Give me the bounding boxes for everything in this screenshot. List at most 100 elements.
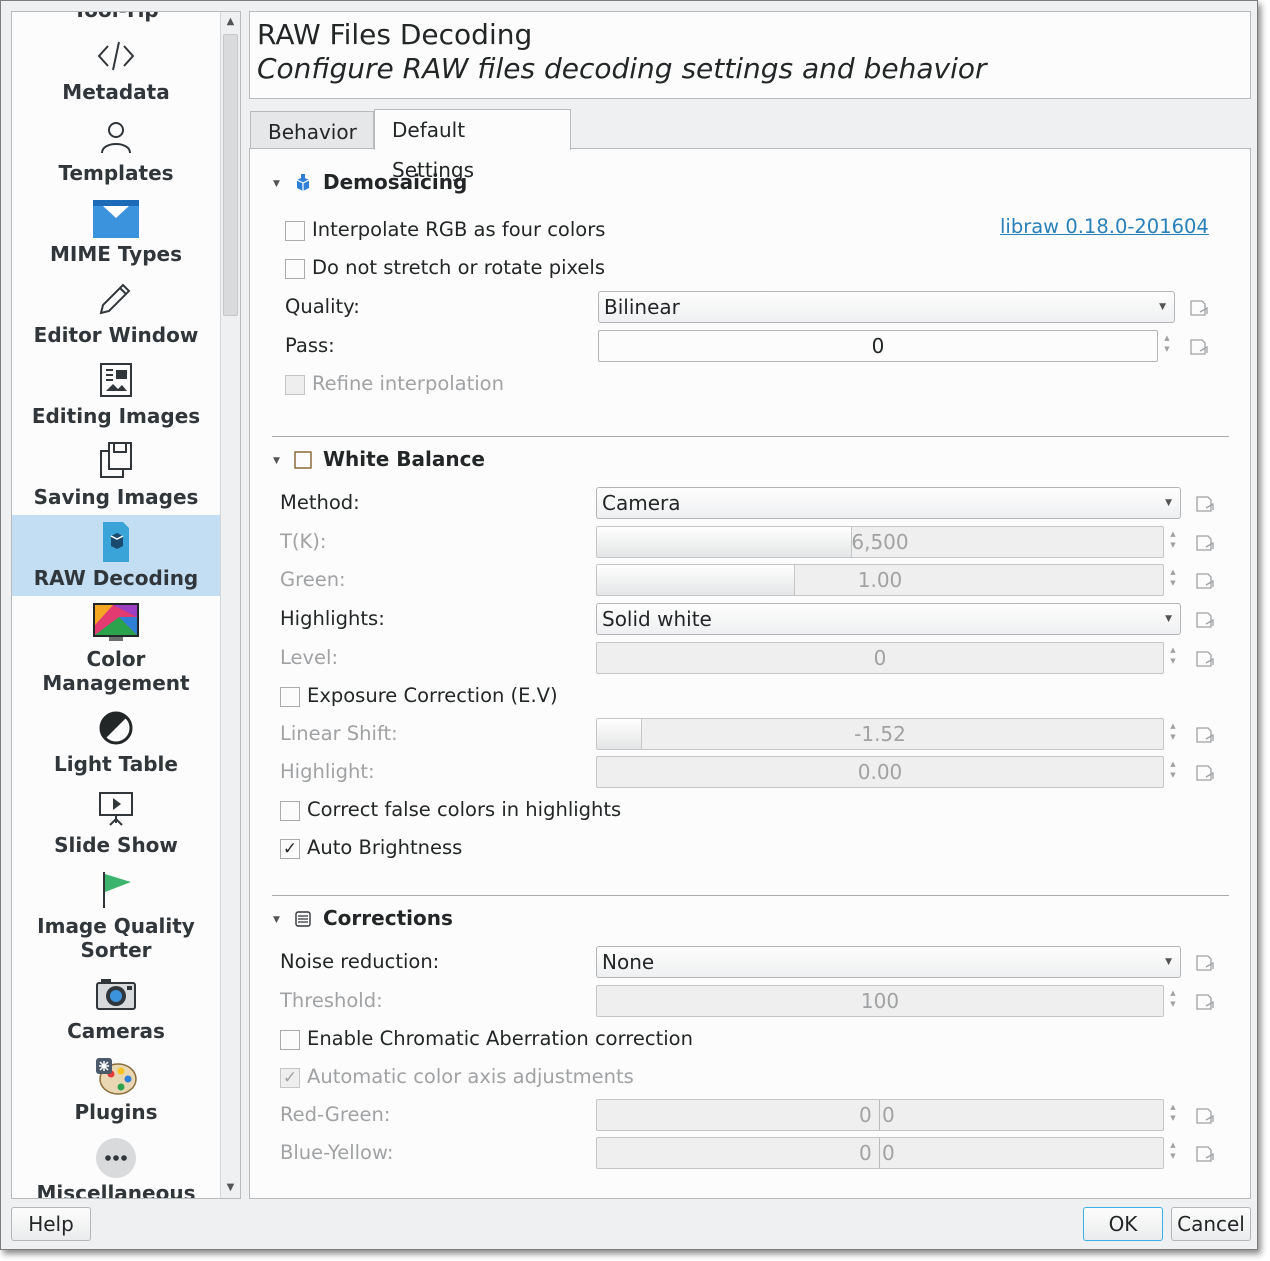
- settings-dialog: Tool-Tip Metadata Templates MIME Types: [0, 0, 1258, 1250]
- ok-button[interactable]: OK: [1083, 1207, 1163, 1241]
- reset-linear-shift-icon[interactable]: [1194, 724, 1216, 746]
- linear-shift-slider-fill: [597, 719, 643, 749]
- level-label: Level:: [280, 646, 339, 669]
- collapse-corrections-icon[interactable]: ▼: [273, 915, 280, 925]
- chevron-down-icon: ▼: [1165, 498, 1172, 508]
- scroll-down-icon[interactable]: ▼: [221, 1178, 240, 1198]
- pencil-icon: [91, 275, 141, 323]
- highlight-stepper-icon[interactable]: ▲ ▼: [1168, 759, 1178, 781]
- pass-spinbox[interactable]: 0: [598, 330, 1158, 362]
- chromatic-aberration-checkbox[interactable]: [280, 1030, 300, 1050]
- blue-yellow-label: Blue-Yellow:: [280, 1141, 394, 1164]
- reset-highlight-icon[interactable]: [1194, 762, 1216, 784]
- method-combo[interactable]: Camera ▼: [596, 487, 1181, 519]
- sidebar-item-editing-images[interactable]: Editing Images: [12, 356, 220, 428]
- false-colors-checkbox[interactable]: [280, 801, 300, 821]
- auto-color-axis-checkbox[interactable]: ✓: [280, 1068, 300, 1088]
- sidebar-item-image-quality-sorter[interactable]: Image Quality Sorter: [12, 866, 220, 962]
- sidebar-item-label: Templates: [58, 161, 174, 185]
- exposure-correction-checkbox[interactable]: [280, 687, 300, 707]
- sidebar-item-mime-types[interactable]: MIME Types: [12, 194, 220, 266]
- sidebar-item-label: RAW Decoding: [33, 566, 199, 590]
- sidebar-item-tool-tip[interactable]: Tool-Tip: [12, 12, 220, 22]
- tk-stepper-icon[interactable]: ▲ ▼: [1168, 529, 1178, 551]
- sidebar-item-metadata[interactable]: Metadata: [12, 32, 220, 104]
- reset-method-icon[interactable]: [1194, 493, 1216, 515]
- white-balance-icon: [293, 450, 313, 470]
- threshold-stepper-icon[interactable]: ▲ ▼: [1168, 988, 1178, 1010]
- auto-brightness-checkbox[interactable]: ✓: [280, 839, 300, 859]
- sidebar-item-templates[interactable]: Templates: [12, 113, 220, 185]
- reset-noise-reduction-icon[interactable]: [1194, 952, 1216, 974]
- threshold-spinbox[interactable]: 100: [596, 985, 1164, 1017]
- red-green-value-secondary: 0: [882, 1103, 895, 1127]
- sidebar-item-raw-decoding[interactable]: RAW Decoding: [12, 515, 220, 596]
- green-stepper-icon[interactable]: ▲ ▼: [1168, 567, 1178, 589]
- noise-reduction-combo[interactable]: None ▼: [596, 946, 1181, 978]
- sidebar-item-miscellaneous[interactable]: Miscellaneous: [12, 1133, 220, 1198]
- highlights-combo[interactable]: Solid white ▼: [596, 603, 1181, 635]
- collapse-white-balance-icon[interactable]: ▼: [273, 456, 280, 466]
- tk-slider-fill: [597, 527, 852, 557]
- reset-red-green-icon[interactable]: [1194, 1105, 1216, 1127]
- green-slider[interactable]: 1.00: [596, 564, 1164, 596]
- level-value: 0: [873, 646, 887, 670]
- tab-default-settings[interactable]: Default Settings: [374, 109, 571, 182]
- sidebar-item-label: Editing Images: [31, 404, 201, 428]
- highlight-label: Highlight:: [280, 760, 375, 783]
- green-value: 1.00: [857, 568, 903, 592]
- level-stepper-icon[interactable]: ▲ ▼: [1168, 645, 1178, 667]
- sidebar-scrollbar[interactable]: ▲ ▼: [220, 12, 240, 1198]
- refine-interpolation-checkbox[interactable]: [285, 375, 305, 395]
- no-stretch-checkbox[interactable]: [285, 259, 305, 279]
- reset-quality-icon[interactable]: [1188, 297, 1210, 319]
- refine-interpolation-label: Refine interpolation: [312, 372, 504, 395]
- scrollbar-thumb[interactable]: [223, 34, 238, 316]
- scroll-up-icon[interactable]: ▲: [221, 12, 240, 32]
- linear-shift-slider[interactable]: -1.52: [596, 718, 1164, 750]
- sidebar-item-label: Tool-Tip: [73, 12, 159, 22]
- reset-threshold-icon[interactable]: [1194, 991, 1216, 1013]
- libraw-version-link[interactable]: libraw 0.18.0-201604: [1000, 215, 1209, 238]
- help-button[interactable]: Help: [11, 1207, 91, 1241]
- collapse-demosaicing-icon[interactable]: ▼: [273, 179, 280, 189]
- interpolate-rgb-checkbox[interactable]: [285, 221, 305, 241]
- sidebar-item-color-management[interactable]: Color Management: [12, 599, 220, 695]
- linear-shift-stepper-icon[interactable]: ▲ ▼: [1168, 721, 1178, 743]
- red-green-stepper-icon[interactable]: ▲ ▼: [1168, 1102, 1178, 1124]
- raw-file-icon: [91, 518, 141, 566]
- quality-combo[interactable]: Bilinear ▼: [598, 291, 1175, 323]
- sidebar-item-slide-show[interactable]: Slide Show: [12, 785, 220, 857]
- exposure-correction-label: Exposure Correction (E.V): [307, 684, 558, 707]
- tab-behavior[interactable]: Behavior: [250, 111, 374, 149]
- save-icon: [91, 437, 141, 485]
- blue-yellow-value: 0: [859, 1141, 872, 1165]
- reset-blue-yellow-icon[interactable]: [1194, 1143, 1216, 1165]
- pass-stepper-icon[interactable]: ▲ ▼: [1162, 333, 1172, 355]
- sidebar-item-cameras[interactable]: Cameras: [12, 971, 220, 1043]
- page-subtitle: Configure RAW files decoding settings an…: [257, 52, 987, 85]
- sidebar-item-light-table[interactable]: Light Table: [12, 704, 220, 776]
- sidebar-item-editor-window[interactable]: Editor Window: [12, 275, 220, 347]
- reset-tk-icon[interactable]: [1194, 532, 1216, 554]
- highlight-spinbox[interactable]: 0.00: [596, 756, 1164, 788]
- sidebar-item-label: Light Table: [54, 752, 178, 776]
- sidebar-item-plugins[interactable]: Plugins: [12, 1052, 220, 1124]
- red-green-value: 0: [859, 1103, 872, 1127]
- linear-shift-label: Linear Shift:: [280, 722, 398, 745]
- reset-pass-icon[interactable]: [1188, 336, 1210, 358]
- false-colors-label: Correct false colors in highlights: [307, 798, 622, 821]
- sidebar-item-saving-images[interactable]: Saving Images: [12, 437, 220, 509]
- reset-green-icon[interactable]: [1194, 570, 1216, 592]
- settings-sidebar: Tool-Tip Metadata Templates MIME Types: [11, 11, 241, 1199]
- reset-highlights-icon[interactable]: [1194, 609, 1216, 631]
- monitor-color-icon: [91, 599, 141, 647]
- cancel-button[interactable]: Cancel: [1171, 1207, 1251, 1241]
- red-green-slider[interactable]: 0 0: [596, 1099, 1164, 1131]
- tk-slider[interactable]: 6,500: [596, 526, 1164, 558]
- blue-yellow-stepper-icon[interactable]: ▲ ▼: [1168, 1140, 1178, 1162]
- blue-yellow-slider[interactable]: 0 0: [596, 1137, 1164, 1169]
- sidebar-item-label: Saving Images: [33, 485, 199, 509]
- reset-level-icon[interactable]: [1194, 648, 1216, 670]
- level-spinbox[interactable]: 0: [596, 642, 1164, 674]
